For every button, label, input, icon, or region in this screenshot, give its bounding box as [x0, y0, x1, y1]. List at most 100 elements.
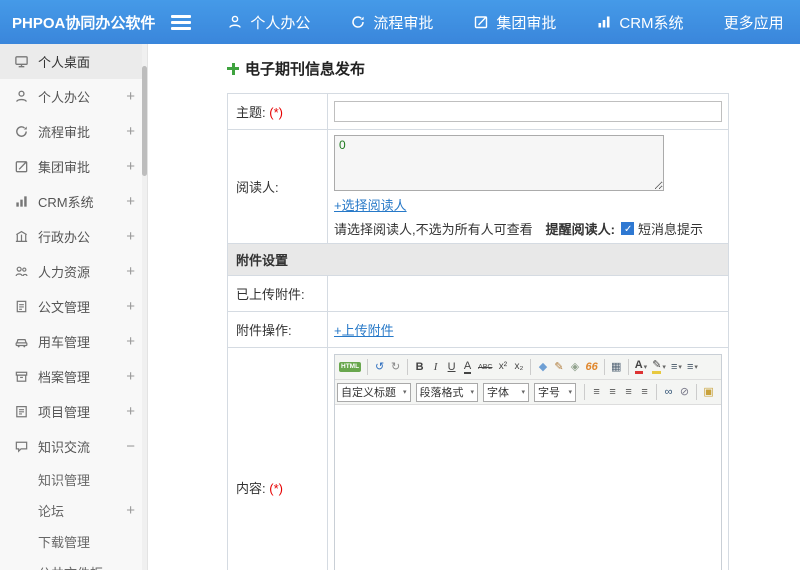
nav-crm-system[interactable]: CRM系统 — [596, 12, 684, 33]
eraser-icon: ◆ — [538, 360, 548, 373]
sidebar-item-group-approval[interactable]: 集团审批 + — [0, 149, 147, 184]
upload-attachment-link[interactable]: +上传附件 — [334, 323, 394, 338]
nav-more-apps[interactable]: 更多应用 — [724, 12, 800, 33]
expand-plus-icon[interactable]: + — [126, 299, 135, 314]
chart-icon — [14, 194, 29, 209]
expand-plus-icon[interactable]: + — [126, 334, 135, 349]
cycle-icon — [350, 14, 366, 30]
caret-down-icon: ▾ — [662, 364, 666, 371]
editor-bullet-list-button[interactable]: ≡ ▾ — [669, 357, 684, 377]
editor-font-family-select[interactable]: 字体 ▾ — [483, 382, 530, 402]
nav-label: 流程审批 — [373, 14, 434, 32]
editor-media-button[interactable]: ▶ — [717, 382, 721, 402]
editor-highlight-button[interactable]: ✎ ▾ — [650, 357, 668, 377]
sidebar-item-crm-system[interactable]: CRM系统 + — [0, 184, 147, 219]
project-icon — [14, 404, 29, 419]
editor-eraser-button[interactable]: ◆ — [535, 357, 550, 377]
editor-link-button[interactable]: ∞ — [661, 382, 676, 402]
editor-numbered-list-button[interactable]: ≡ ▾ — [685, 357, 700, 377]
nav-personal-office[interactable]: 个人办公 — [227, 12, 310, 33]
editor-justify-button[interactable]: ≡ — [637, 382, 652, 402]
toolbar-separator — [627, 359, 629, 375]
nav-group-approval[interactable]: 集团审批 — [473, 12, 556, 33]
sidebar-item-download-management[interactable]: 下载管理 — [0, 526, 147, 557]
subject-label-cell: 主题: (*) — [227, 93, 328, 130]
toolbar-separator — [656, 384, 658, 400]
sidebar-item-public-file-cabinet[interactable]: 公共文件柜 — [0, 557, 147, 570]
app-header: PHPOA协同办公软件 个人办公 流程审批 集团审批 CRM系统 更多应用 — [0, 0, 800, 44]
uploaded-attachments-value — [327, 275, 729, 312]
toolbar-separator — [367, 359, 369, 375]
editor-font-color-button[interactable]: A ▾ — [633, 357, 649, 377]
editor-format-brush-button[interactable]: ✎ — [551, 357, 566, 377]
editor-toolbar-row1: HTML ↺ ↻ B I U A ABC x² x₂ ◆ ✎ ◈ 66 ▦ A ▾ ✎ ▾ ≡ ▾ ≡ ▾ — [335, 355, 721, 380]
readers-textarea[interactable]: 0 — [334, 135, 664, 191]
editor-italic-button[interactable]: I — [428, 357, 443, 377]
sms-checkbox[interactable] — [620, 222, 634, 236]
nav-label: 集团审批 — [496, 14, 557, 32]
sidebar-item-label: 个人桌面 — [38, 55, 91, 70]
attachment-operation-row: 附件操作: +上传附件 — [227, 311, 729, 348]
sidebar-item-archive-management[interactable]: 档案管理 + — [0, 359, 147, 394]
expand-plus-icon[interactable]: + — [126, 89, 135, 104]
editor-underline-button[interactable]: U — [444, 357, 459, 377]
person-icon — [14, 89, 29, 104]
sidebar-item-admin-office[interactable]: 行政办公 + — [0, 219, 147, 254]
expand-plus-icon[interactable]: + — [126, 503, 135, 518]
readers-hint-row: 请选择阅读人,不选为所有人可查看 提醒阅读人: 短消息提示 — [334, 219, 722, 238]
expand-plus-icon[interactable]: + — [126, 369, 135, 384]
expand-plus-icon[interactable]: + — [126, 194, 135, 209]
expand-plus-icon[interactable]: + — [126, 229, 135, 244]
caret-down-icon: ▾ — [568, 389, 573, 396]
editor-font-size-select[interactable]: 字号 ▾ — [534, 382, 577, 402]
hamburger-menu-icon[interactable] — [171, 14, 192, 30]
editor-align-left-button[interactable]: ≡ — [589, 382, 604, 402]
subject-input[interactable] — [334, 101, 722, 122]
editor-undo-button[interactable]: ↺ — [372, 357, 387, 377]
expand-plus-icon[interactable]: + — [126, 404, 135, 419]
sidebar-scrollbar[interactable] — [142, 44, 147, 570]
editor-paragraph-format-select[interactable]: 段落格式 ▾ — [415, 382, 479, 402]
editor-blockquote-button[interactable]: 66 — [583, 357, 599, 377]
collapse-minus-icon[interactable]: − — [126, 439, 135, 454]
editor-subscript-button[interactable]: x₂ — [511, 357, 526, 377]
editor-unlink-button[interactable]: ⊘ — [677, 382, 692, 402]
expand-plus-icon[interactable]: + — [126, 124, 135, 139]
editor-redo-button[interactable]: ↻ — [388, 357, 403, 377]
sidebar-item-personal-desktop[interactable]: 个人桌面 — [0, 44, 147, 79]
select-label: 自定义标题 — [341, 387, 396, 399]
editor-clear-format-button[interactable]: ◈ — [567, 357, 582, 377]
select-readers-link[interactable]: +选择阅读人 — [334, 198, 407, 213]
editor-align-right-button[interactable]: ≡ — [621, 382, 636, 402]
editor-html-button[interactable]: HTML — [337, 357, 363, 377]
sidebar-item-project-management[interactable]: 项目管理 + — [0, 394, 147, 429]
sidebar-item-document-management[interactable]: 公文管理 + — [0, 289, 147, 324]
nav-workflow-approval[interactable]: 流程审批 — [350, 12, 433, 33]
sidebar-item-knowledge-exchange[interactable]: 知识交流 − — [0, 429, 147, 464]
editor-table-button[interactable]: ▦ — [609, 357, 624, 377]
expand-plus-icon[interactable]: + — [126, 264, 135, 279]
sidebar-item-vehicle-management[interactable]: 用车管理 + — [0, 324, 147, 359]
content-label-cell: 内容: (*) — [227, 347, 328, 570]
editor-superscript-button[interactable]: x² — [495, 357, 510, 377]
sidebar-menu: 个人桌面个人办公 + 流程审批 + 集团审批 + CRM系统 + 行政办公 + 人力资源 + 公文管理 +… — [0, 44, 147, 570]
publish-form: 主题: (*) 阅读人: 0 +选择阅读人 请选择阅读人,不选为所有人可查看 提… — [227, 93, 729, 570]
sidebar-item-personal-office[interactable]: 个人办公 + — [0, 79, 147, 114]
readers-hint: 请选择阅读人,不选为所有人可查看 — [334, 222, 533, 237]
caret-down-icon: ▾ — [643, 364, 648, 371]
editor-strikethrough-button[interactable]: ABC — [476, 357, 494, 377]
sidebar-item-workflow-approval[interactable]: 流程审批 + — [0, 114, 147, 149]
editor-align-center-button[interactable]: ≡ — [605, 382, 620, 402]
editor-font-underline-button[interactable]: A — [460, 357, 475, 377]
editor-content-area[interactable] — [335, 405, 721, 570]
expand-plus-icon[interactable]: + — [126, 159, 135, 174]
sidebar-scrollbar-thumb[interactable] — [142, 66, 147, 176]
sidebar-item-human-resources[interactable]: 人力资源 + — [0, 254, 147, 289]
attach-op-value-cell: +上传附件 — [327, 311, 729, 348]
sidebar-item-forum[interactable]: 论坛 + — [0, 495, 147, 526]
editor-custom-heading-select[interactable]: 自定义标题 ▾ — [337, 382, 411, 402]
editor-bold-button[interactable]: B — [412, 357, 427, 377]
editor-image-button[interactable]: ▣ — [701, 382, 716, 402]
cycle-icon — [14, 124, 29, 139]
sidebar-item-knowledge-management[interactable]: 知识管理 — [0, 464, 147, 495]
